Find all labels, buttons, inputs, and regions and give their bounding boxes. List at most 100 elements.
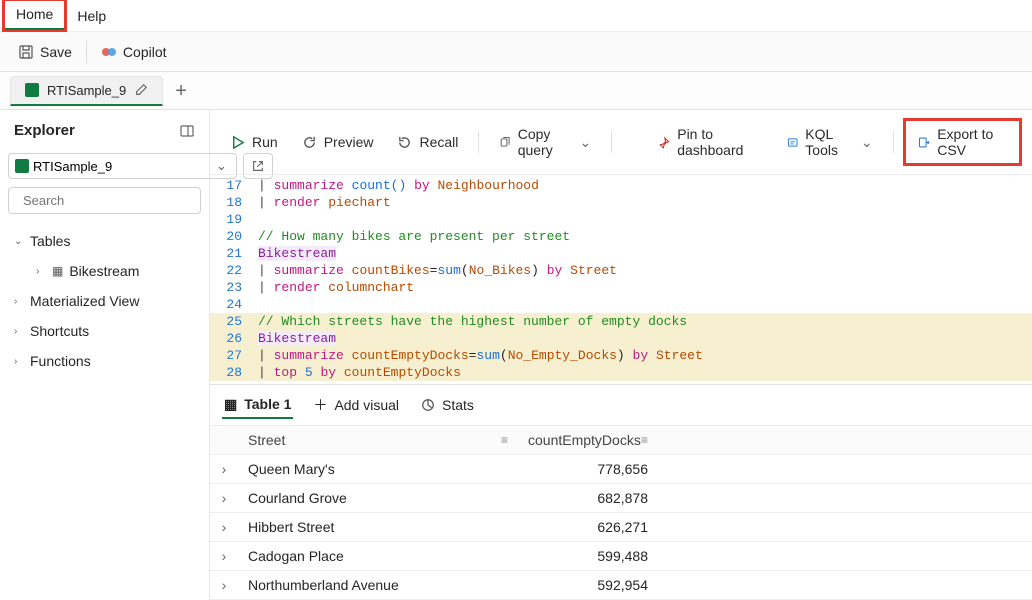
preview-button[interactable]: Preview [292,129,384,155]
results-tabs: ▦ Table 1 ＋ Add visual Stats [210,385,1032,426]
results-tab-label: Table 1 [244,396,291,412]
code-line: | summarize countEmptyDocks=sum(No_Empty… [254,347,703,364]
tree-label: Shortcuts [30,323,89,339]
new-tab-button[interactable]: + [175,81,187,101]
code-line: Bikestream [254,245,336,262]
copilot-button[interactable]: Copilot [91,40,177,64]
line-number: 20 [210,228,254,245]
grid-row[interactable]: ›Courland Grove682,878 [210,484,1032,513]
expand-row-icon[interactable]: › [210,455,238,483]
cell-street: Courland Grove [238,484,518,512]
line-number: 26 [210,330,254,347]
table-icon: ▦ [224,396,237,413]
save-button[interactable]: Save [8,40,82,64]
chevron-down-icon: ⌄ [14,236,24,247]
tree-materialized-view[interactable]: › Materialized View [8,286,201,316]
recall-label: Recall [419,134,458,150]
table-icon: ▦ [52,264,63,278]
database-selector[interactable]: ⌄ [8,153,237,179]
expand-row-icon[interactable]: › [210,513,238,541]
copilot-label: Copilot [123,44,167,60]
separator [893,131,894,153]
stats-icon [421,398,435,412]
column-menu-icon[interactable]: ≡ [501,433,508,447]
database-icon [15,159,29,173]
collapse-panel-icon[interactable] [179,123,195,139]
cell-count: 778,656 [518,455,658,483]
tree-shortcuts[interactable]: › Shortcuts [8,316,201,346]
column-header-street[interactable]: Street≡ [238,426,518,454]
tree-label: Functions [30,353,91,369]
menu-help[interactable]: Help [65,2,118,30]
plus-icon: ＋ [313,395,327,415]
cell-count: 682,878 [518,484,658,512]
main: Explorer ⌄ ⌄ Tables › [0,110,1032,600]
search-box[interactable] [8,187,201,214]
chevron-right-icon: › [14,356,24,367]
line-number: 22 [210,262,254,279]
grid-row[interactable]: ›Hibbert Street626,271 [210,513,1032,542]
play-icon [230,135,245,150]
column-label: countEmptyDocks [528,432,641,448]
pin-dashboard-button[interactable]: Pin to dashboard [648,121,773,163]
separator [478,131,479,153]
search-input[interactable] [23,193,199,208]
results-tab-stats[interactable]: Stats [419,393,476,417]
copy-query-button[interactable]: Copy query ⌄ [489,121,601,163]
chevron-right-icon: › [14,326,24,337]
menubar: Home Help [0,0,1032,32]
cell-count: 626,271 [518,513,658,541]
kql-tools-button[interactable]: KQL Tools ⌄ [777,121,883,163]
code-line [254,296,266,313]
tree: ⌄ Tables › ▦ Bikestream › Materialized V… [8,226,201,376]
chevron-down-icon: ⌄ [580,134,592,151]
separator [611,131,612,153]
pin-icon [658,135,670,150]
line-number: 17 [210,177,254,194]
code-editor[interactable]: 17| summarize count() by Neighbourhood 1… [210,175,1032,384]
history-icon [397,135,412,150]
column-header-count[interactable]: countEmptyDocks≡ [518,426,658,454]
tree-tables[interactable]: ⌄ Tables [8,226,201,256]
cell-street: Hibbert Street [238,513,518,541]
code-line: | summarize countBikes=sum(No_Bikes) by … [254,262,617,279]
results-tab-add-visual[interactable]: ＋ Add visual [311,391,401,419]
sidebar-title: Explorer [14,122,75,139]
line-number: 27 [210,347,254,364]
grid-row[interactable]: ›Northumberland Avenue592,954 [210,571,1032,600]
editor-panel: Run Preview Recall Copy query ⌄ Pin to d… [210,110,1032,600]
recall-button[interactable]: Recall [387,129,468,155]
line-number: 19 [210,211,254,228]
chevron-right-icon: › [14,296,24,307]
code-line: | summarize count() by Neighbourhood [254,177,539,194]
menu-home[interactable]: Home [4,0,65,31]
grid-row[interactable]: ›Queen Mary's778,656 [210,455,1032,484]
results-tab-label: Add visual [334,397,399,413]
document-tab[interactable]: RTISample_9 [10,76,163,106]
results-tab-table[interactable]: ▦ Table 1 [222,392,293,419]
cell-street: Queen Mary's [238,455,518,483]
database-icon [25,83,39,97]
export-csv-button[interactable]: Export to CSV [912,123,1013,161]
cell-count: 599,488 [518,542,658,570]
edit-icon[interactable] [134,83,148,97]
code-line: // Which streets have the highest number… [254,313,687,330]
line-number: 28 [210,364,254,381]
code-line [254,211,266,228]
tree-label: Tables [30,233,70,249]
database-name-input[interactable] [33,159,209,174]
expand-row-icon[interactable]: › [210,542,238,570]
expand-row-icon[interactable]: › [210,571,238,599]
grid-header: Street≡ countEmptyDocks≡ [210,426,1032,455]
expand-row-icon[interactable]: › [210,484,238,512]
run-button[interactable]: Run [220,129,288,155]
expand-column [210,434,238,446]
line-number: 25 [210,313,254,330]
column-menu-icon[interactable]: ≡ [641,433,648,447]
line-number: 21 [210,245,254,262]
tree-table-bikestream[interactable]: › ▦ Bikestream [30,256,201,286]
code-line: Bikestream [254,330,336,347]
query-toolbar: Run Preview Recall Copy query ⌄ Pin to d… [210,110,1032,175]
grid-row[interactable]: ›Cadogan Place599,488 [210,542,1032,571]
tree-functions[interactable]: › Functions [8,346,201,376]
